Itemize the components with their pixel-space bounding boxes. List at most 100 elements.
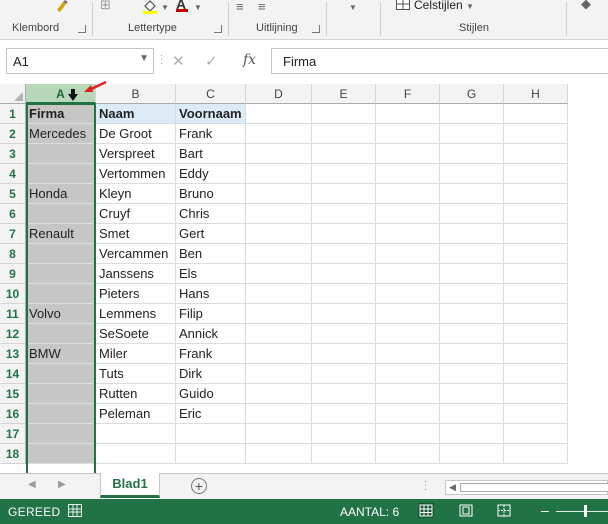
- border-icon[interactable]: ⊞: [100, 0, 111, 12]
- cancel-icon[interactable]: ✕: [172, 52, 185, 70]
- table-cell[interactable]: [246, 184, 312, 204]
- table-cell[interactable]: Rutten: [96, 384, 176, 404]
- table-cell[interactable]: De Groot: [96, 124, 176, 144]
- table-cell[interactable]: Eric: [176, 404, 246, 424]
- table-cell[interactable]: [440, 264, 504, 284]
- table-cell[interactable]: [504, 284, 568, 304]
- table-cell[interactable]: [26, 444, 96, 464]
- table-cell[interactable]: [504, 204, 568, 224]
- table-cell[interactable]: [504, 344, 568, 364]
- table-cell[interactable]: [504, 304, 568, 324]
- table-cell[interactable]: [26, 164, 96, 184]
- row-header[interactable]: 17: [0, 424, 26, 444]
- confirm-icon[interactable]: ✓: [205, 52, 218, 70]
- column-header-b[interactable]: B: [96, 84, 176, 104]
- font-color-icon[interactable]: A: [176, 0, 188, 12]
- table-cell[interactable]: [504, 124, 568, 144]
- table-cell[interactable]: [246, 424, 312, 444]
- header-cell[interactable]: Firma: [26, 104, 96, 124]
- table-cell[interactable]: [440, 124, 504, 144]
- table-cell[interactable]: [246, 144, 312, 164]
- table-cell[interactable]: [246, 364, 312, 384]
- table-cell[interactable]: Bruno: [176, 184, 246, 204]
- table-cell[interactable]: [504, 424, 568, 444]
- table-cell[interactable]: [312, 164, 376, 184]
- zoom-slider-thumb[interactable]: [584, 505, 587, 517]
- table-cell[interactable]: [440, 284, 504, 304]
- row-header[interactable]: 16: [0, 404, 26, 424]
- column-header-g[interactable]: G: [440, 84, 504, 104]
- table-cell[interactable]: [312, 324, 376, 344]
- table-cell[interactable]: [312, 224, 376, 244]
- table-cell[interactable]: [312, 344, 376, 364]
- table-cell[interactable]: [504, 324, 568, 344]
- chevron-down-icon[interactable]: ▼: [194, 3, 202, 12]
- table-cell[interactable]: [96, 444, 176, 464]
- table-cell[interactable]: [504, 144, 568, 164]
- table-cell[interactable]: [312, 264, 376, 284]
- row-header[interactable]: 5: [0, 184, 26, 204]
- column-header-e[interactable]: E: [312, 84, 376, 104]
- table-cell[interactable]: [246, 344, 312, 364]
- chevron-down-icon[interactable]: ▼: [161, 3, 169, 12]
- klembord-launcher[interactable]: [78, 25, 86, 33]
- table-cell[interactable]: Janssens: [96, 264, 176, 284]
- zoom-slider[interactable]: [556, 511, 608, 512]
- table-cell[interactable]: [26, 324, 96, 344]
- table-cell[interactable]: [312, 244, 376, 264]
- row-header[interactable]: 7: [0, 224, 26, 244]
- row-header[interactable]: 13: [0, 344, 26, 364]
- tab-splitter-icon[interactable]: · · ·: [424, 477, 427, 495]
- row-header[interactable]: 8: [0, 244, 26, 264]
- brush-icon[interactable]: [54, 0, 70, 15]
- table-cell[interactable]: Pieters: [96, 284, 176, 304]
- table-cell[interactable]: [440, 224, 504, 244]
- table-cell[interactable]: [312, 284, 376, 304]
- column-header-d[interactable]: D: [246, 84, 312, 104]
- table-cell[interactable]: [376, 124, 440, 144]
- row-header[interactable]: 6: [0, 204, 26, 224]
- table-cell[interactable]: [246, 164, 312, 184]
- table-cell[interactable]: [26, 424, 96, 444]
- table-cell[interactable]: [376, 224, 440, 244]
- table-cell[interactable]: [26, 204, 96, 224]
- row-header[interactable]: 15: [0, 384, 26, 404]
- table-cell[interactable]: [504, 164, 568, 184]
- indent-decrease-icon[interactable]: ≡: [236, 0, 244, 14]
- table-cell[interactable]: [312, 384, 376, 404]
- table-cell[interactable]: Vertommen: [96, 164, 176, 184]
- table-cell[interactable]: [26, 264, 96, 284]
- table-cell[interactable]: [246, 304, 312, 324]
- table-cell[interactable]: [440, 344, 504, 364]
- function-icon[interactable]: fx: [243, 52, 256, 68]
- indent-increase-icon[interactable]: ≡: [258, 0, 266, 14]
- row-header[interactable]: 3: [0, 144, 26, 164]
- fill-color-icon[interactable]: [142, 0, 158, 17]
- table-cell[interactable]: [26, 244, 96, 264]
- scroll-right-icon[interactable]: ▶: [58, 479, 66, 490]
- table-cell[interactable]: [504, 444, 568, 464]
- more-icon[interactable]: ◆: [581, 0, 591, 11]
- table-cell[interactable]: [376, 344, 440, 364]
- table-cell[interactable]: Vercammen: [96, 244, 176, 264]
- table-cell[interactable]: Hans: [176, 284, 246, 304]
- row-header[interactable]: 14: [0, 364, 26, 384]
- table-cell[interactable]: [312, 184, 376, 204]
- zoom-out-icon[interactable]: –: [541, 502, 549, 518]
- table-cell[interactable]: [312, 304, 376, 324]
- table-cell[interactable]: Frank: [176, 344, 246, 364]
- page-break-icon[interactable]: [496, 503, 512, 518]
- table-cell[interactable]: [312, 124, 376, 144]
- table-cell[interactable]: Els: [176, 264, 246, 284]
- table-cell[interactable]: [376, 144, 440, 164]
- table-cell[interactable]: Eddy: [176, 164, 246, 184]
- table-cell[interactable]: [440, 364, 504, 384]
- row-header[interactable]: 11: [0, 304, 26, 324]
- table-cell[interactable]: [246, 224, 312, 244]
- table-cell[interactable]: [312, 104, 376, 124]
- table-cell[interactable]: [312, 404, 376, 424]
- table-cell[interactable]: [504, 224, 568, 244]
- table-cell[interactable]: [26, 404, 96, 424]
- scrollbar-thumb[interactable]: [460, 483, 608, 492]
- table-cell[interactable]: Cruyf: [96, 204, 176, 224]
